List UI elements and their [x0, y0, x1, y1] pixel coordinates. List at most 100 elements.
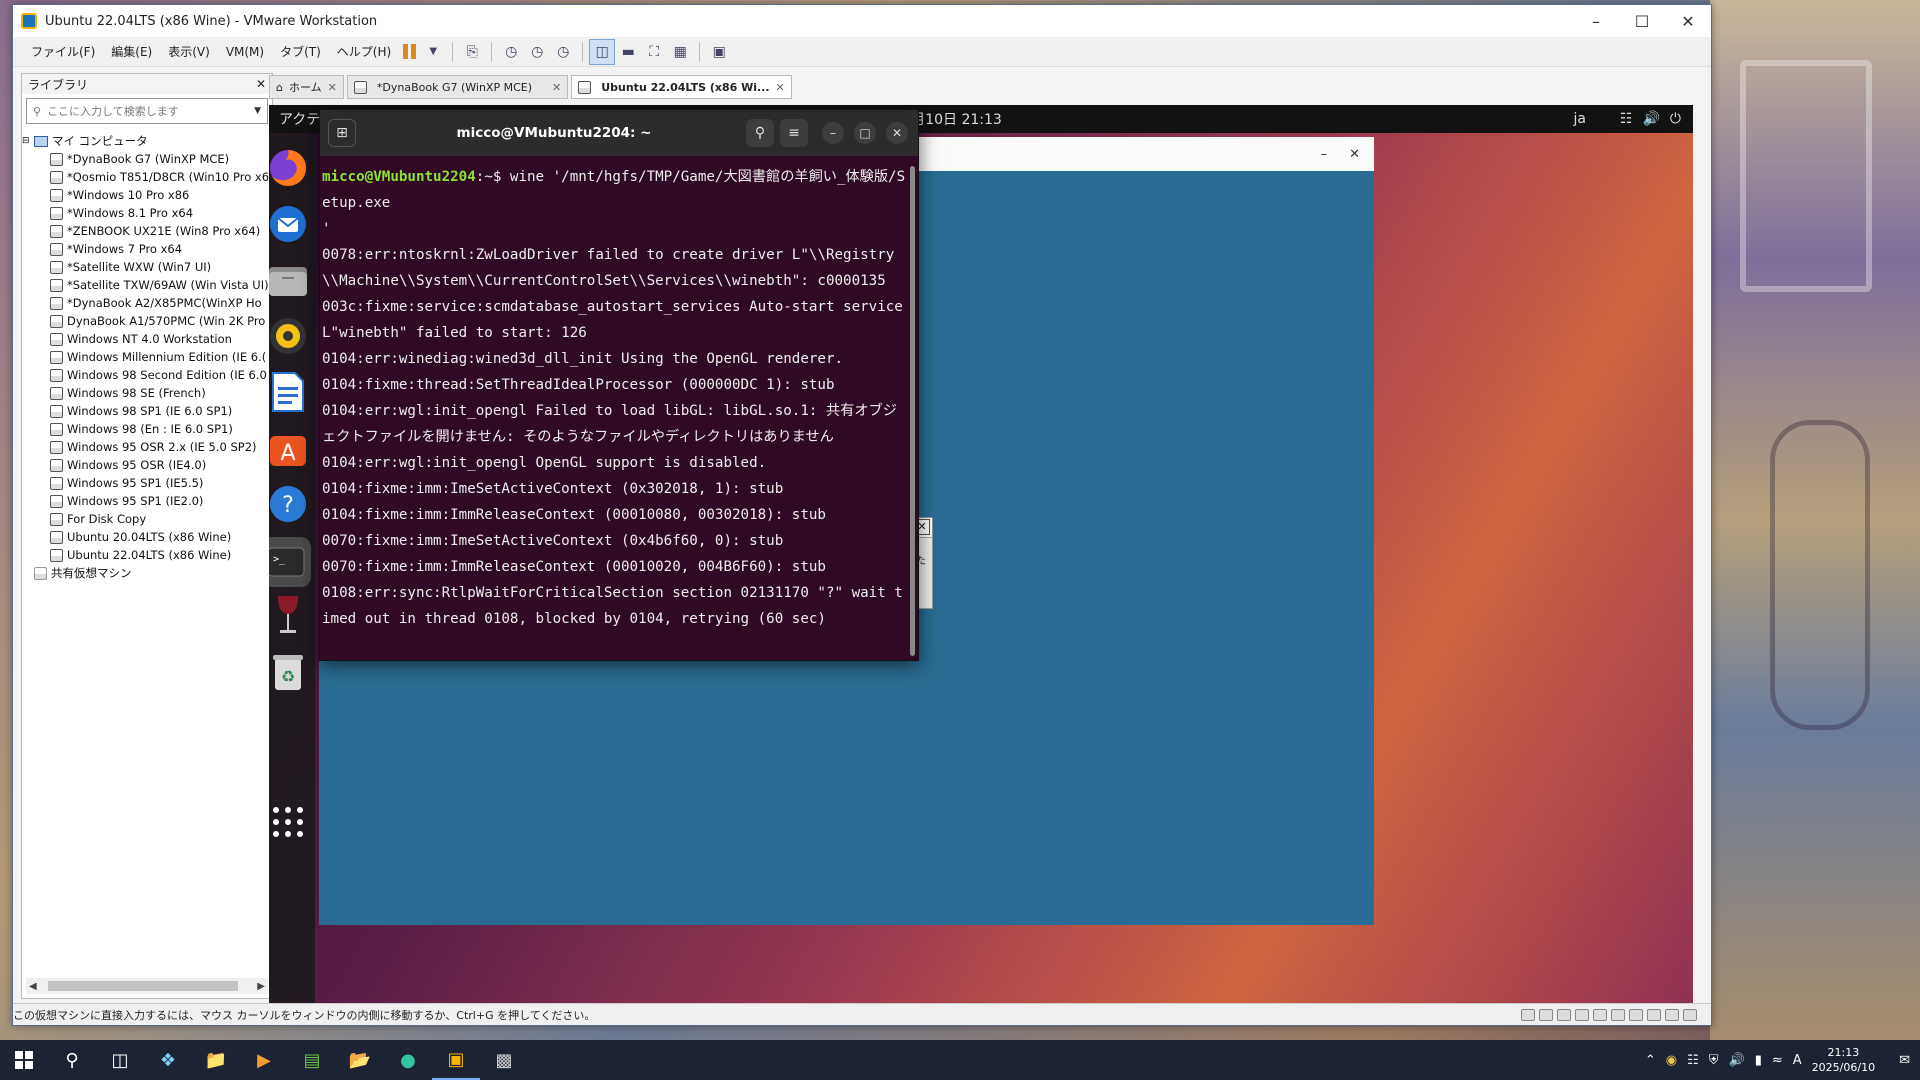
search-icon[interactable]: ⚲	[746, 119, 774, 147]
notification-icon[interactable]: ✉	[1899, 1053, 1910, 1068]
menu-tab[interactable]: タブ(T)	[272, 37, 329, 67]
new-tab-icon[interactable]: ⊞	[328, 119, 356, 147]
thumbnail-bar-icon[interactable]: ▬	[615, 39, 641, 65]
console-view-icon[interactable]: ▣	[706, 39, 732, 65]
tab-close-icon[interactable]: ✕	[328, 81, 337, 94]
search-dropdown-icon[interactable]: ▼	[254, 106, 261, 116]
rhythmbox-icon[interactable]	[269, 311, 313, 361]
tab-dynabook-g7[interactable]: *DynaBook G7 (WinXP MCE) ✕	[346, 75, 569, 99]
message-icon[interactable]	[1647, 1008, 1661, 1021]
send-ctrl-alt-del-icon[interactable]: ⎘	[459, 39, 485, 65]
tray-app-icon[interactable]: ◉	[1666, 1053, 1677, 1068]
display-icon[interactable]	[1629, 1008, 1643, 1021]
power-icon[interactable]: ⏻	[1670, 111, 1681, 127]
folder-icon[interactable]: 📂	[336, 1040, 384, 1080]
menu-view[interactable]: 表示(V)	[160, 37, 218, 67]
menu-help[interactable]: ヘルプ(H)	[329, 37, 399, 67]
pause-dropdown-icon[interactable]: ▼	[420, 39, 446, 65]
tree-vm-item[interactable]: Windows 98 SE (French)	[22, 384, 272, 402]
store-icon[interactable]: ▤	[288, 1040, 336, 1080]
maximize-button[interactable]: ☐	[1619, 5, 1665, 37]
wifi-icon[interactable]: ≈	[1772, 1053, 1783, 1068]
tree-vm-item[interactable]: Windows 98 SP1 (IE 6.0 SP1)	[22, 402, 272, 420]
hamburger-menu-icon[interactable]: ≡	[780, 119, 808, 147]
tree-vm-item[interactable]: *Satellite WXW (Win7 UI)	[22, 258, 272, 276]
ime-icon[interactable]: A	[1793, 1053, 1802, 1068]
library-search-input[interactable]: ⚲ ここに入力して検索します ▼	[26, 98, 268, 124]
tree-vm-item[interactable]: Windows 98 (En : IE 6.0 SP1)	[22, 420, 272, 438]
library-horizontal-scrollbar[interactable]: ◀ ▶	[26, 978, 268, 994]
tab-home[interactable]: ⌂ ホーム ✕	[269, 75, 344, 99]
unity-icon[interactable]: ▦	[667, 39, 693, 65]
tab-close-icon[interactable]: ✕	[552, 81, 561, 94]
pause-icon[interactable]	[399, 44, 420, 59]
library-close-icon[interactable]: ✕	[256, 77, 266, 91]
tree-vm-item[interactable]: *Qosmio T851/D8CR (Win10 Pro x6	[22, 168, 272, 186]
network-icon[interactable]: ☷	[1620, 111, 1633, 127]
libreoffice-writer-icon[interactable]	[269, 367, 313, 417]
help-icon[interactable]: ?	[269, 479, 313, 529]
taskbar-clock[interactable]: 21:13 2025/06/10	[1812, 1045, 1875, 1075]
tree-vm-item[interactable]: Windows 98 Second Edition (IE 6.0	[22, 366, 272, 384]
tree-vm-item[interactable]: Ubuntu 22.04LTS (x86 Wine)	[22, 546, 272, 564]
task-view-icon[interactable]: ◫	[96, 1040, 144, 1080]
scroll-right-icon[interactable]: ▶	[257, 981, 265, 992]
terminal-maximize-icon[interactable]: □	[854, 122, 876, 144]
tree-vm-item[interactable]: Ubuntu 20.04LTS (x86 Wine)	[22, 528, 272, 546]
battery-icon[interactable]: ▮	[1755, 1053, 1762, 1068]
terminal-taskbar-icon[interactable]: ▩	[480, 1040, 528, 1080]
search-icon[interactable]: ⚲	[48, 1040, 96, 1080]
menu-edit[interactable]: 編集(E)	[103, 37, 160, 67]
collapse-icon[interactable]: ⊟	[22, 136, 34, 146]
shared-folder-icon[interactable]	[1665, 1008, 1679, 1021]
tree-vm-item[interactable]: *DynaBook A2/X85PMC(WinXP Ho	[22, 294, 272, 312]
security-icon[interactable]: ⛨	[1709, 1053, 1719, 1068]
tree-vm-item[interactable]: *Satellite TXW/69AW (Win Vista UI)	[22, 276, 272, 294]
sound-icon[interactable]	[1593, 1008, 1607, 1021]
volume-icon[interactable]: 🔊	[1642, 111, 1659, 127]
thunderbird-icon[interactable]	[269, 199, 313, 249]
wine-close-icon[interactable]: ✕	[1349, 147, 1360, 162]
files-icon[interactable]	[269, 255, 313, 305]
app-center-icon[interactable]: A	[269, 423, 313, 473]
tree-vm-item[interactable]: *DynaBook G7 (WinXP MCE)	[22, 150, 272, 168]
scroll-thumb[interactable]	[48, 981, 238, 991]
cd-icon[interactable]	[1539, 1008, 1553, 1021]
tree-vm-item[interactable]: Windows NT 4.0 Workstation	[22, 330, 272, 348]
tree-vm-item[interactable]: *ZENBOOK UX21E (Win8 Pro x64)	[22, 222, 272, 240]
tray-overflow-icon[interactable]: ⌃	[1645, 1053, 1656, 1068]
input-method-indicator[interactable]: ja	[1573, 111, 1585, 127]
menu-file[interactable]: ファイル(F)	[23, 37, 103, 67]
start-icon[interactable]	[0, 1040, 48, 1080]
printer-icon[interactable]	[1611, 1008, 1625, 1021]
firefox-icon[interactable]	[269, 143, 313, 193]
top-bar-clock[interactable]: 6月10日 21:13	[902, 109, 1132, 129]
hdd-icon[interactable]	[1521, 1008, 1535, 1021]
scroll-left-icon[interactable]: ◀	[29, 981, 37, 992]
terminal-icon[interactable]: >_	[269, 537, 311, 587]
volume-icon[interactable]: 🔊	[1729, 1053, 1745, 1068]
guest-display[interactable]: アクティビティ >_ 端末 6月10日 21:13 ja ☷ 🔊 ⏻ sktop…	[269, 105, 1693, 1007]
tree-vm-item[interactable]: *Windows 7 Pro x64	[22, 240, 272, 258]
trash-icon[interactable]: ♻	[269, 647, 313, 697]
tree-vm-item[interactable]: Windows 95 SP1 (IE2.0)	[22, 492, 272, 510]
tree-shared-vms[interactable]: 共有仮想マシン	[22, 564, 272, 582]
tree-vm-item[interactable]: *Windows 10 Pro x86	[22, 186, 272, 204]
snapshot-icon[interactable]: ◷	[498, 39, 524, 65]
show-library-icon[interactable]: ◫	[589, 38, 616, 65]
show-apps-icon[interactable]	[269, 797, 313, 847]
wine-icon[interactable]	[269, 591, 313, 641]
copilot-icon[interactable]: ❖	[144, 1040, 192, 1080]
tree-vm-item[interactable]: For Disk Copy	[22, 510, 272, 528]
tree-vm-item[interactable]: Windows 95 OSR (IE4.0)	[22, 456, 272, 474]
tree-vm-item[interactable]: *Windows 8.1 Pro x64	[22, 204, 272, 222]
terminal-scrollbar[interactable]	[910, 166, 915, 656]
tray-network-share-icon[interactable]: ☷	[1687, 1053, 1699, 1068]
tree-vm-item[interactable]: DynaBook A1/570PMC (Win 2K Pro	[22, 312, 272, 330]
file-explorer-icon[interactable]: 📁	[192, 1040, 240, 1080]
edge-icon[interactable]: ●	[384, 1040, 432, 1080]
terminal-output[interactable]: micco@VMubuntu2204:~$ wine '/mnt/hgfs/TM…	[320, 156, 918, 656]
full-screen-icon[interactable]: ⛶	[641, 39, 667, 65]
revert-snapshot-icon[interactable]: ◷	[524, 39, 550, 65]
media-player-icon[interactable]: ▶	[240, 1040, 288, 1080]
